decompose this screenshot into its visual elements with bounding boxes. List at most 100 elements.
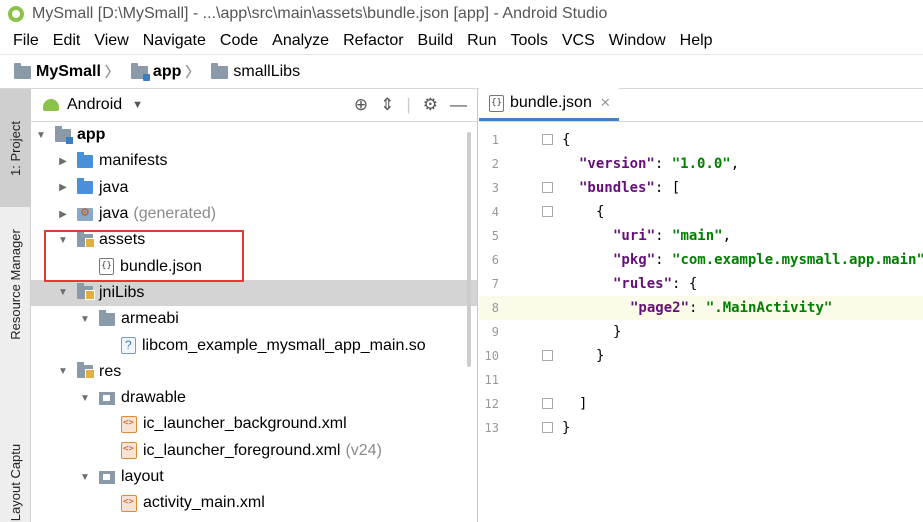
locate-icon[interactable]: ⊕ [354, 95, 368, 115]
module-folder-icon [130, 62, 150, 81]
line-number: 3 [491, 181, 499, 195]
menu-refactor[interactable]: Refactor [336, 32, 410, 50]
tree-item-label: ic_launcher_background.xml [143, 415, 347, 433]
view-mode-selector[interactable]: Android [67, 96, 122, 114]
android-icon [43, 99, 59, 111]
expanded-arrow-icon[interactable]: ▼ [57, 366, 69, 377]
menu-tools[interactable]: Tools [503, 32, 554, 50]
tree-item-armeabi[interactable]: ▼ armeabi [31, 306, 477, 332]
code-line[interactable]: 9} [479, 320, 923, 344]
code-line[interactable]: 6 "pkg": "com.example.mysmall.app.main", [479, 248, 923, 272]
tree-item-app[interactable]: ▼ app [31, 122, 477, 148]
tree-item-ic-launcher-background-xml[interactable]: ▶ic_launcher_background.xml [31, 411, 477, 437]
tree-item-label: armeabi [121, 310, 179, 328]
line-number: 7 [491, 277, 499, 291]
small-folder-icon [99, 470, 115, 484]
tree-item-java[interactable]: ▶ java [31, 175, 477, 201]
expanded-arrow-icon[interactable]: ▼ [79, 472, 91, 483]
gear-icon[interactable]: ⚙ [423, 95, 438, 115]
json-punctuation: , [722, 228, 732, 244]
scrollbar-thumb[interactable] [467, 132, 471, 367]
tree-item-layout[interactable]: ▼ layout [31, 464, 477, 490]
json-punctuation: ] [579, 396, 588, 412]
code-text: "bundles": [ [579, 180, 680, 196]
expanded-arrow-icon[interactable]: ▼ [79, 314, 91, 325]
tree-item-activity-main-xml[interactable]: ▶activity_main.xml [31, 490, 477, 516]
code-text: } [596, 348, 604, 364]
close-icon[interactable]: ✕ [600, 95, 611, 111]
tree-item-label: app [77, 126, 106, 144]
menu-navigate[interactable]: Navigate [136, 32, 213, 50]
tree-item-bundle-json[interactable]: ▶{}bundle.json [31, 253, 477, 279]
code-text: ] [579, 396, 587, 412]
tree-item-libcom-example-mysmall-app-main-so[interactable]: ▶libcom_example_mysmall_app_main.so [31, 332, 477, 358]
folder-icon [211, 62, 229, 79]
code-line[interactable]: 2 "version": "1.0.0", [479, 152, 923, 176]
tab-layout-captures[interactable]: Layout Captures [0, 444, 31, 522]
menu-run[interactable]: Run [460, 32, 503, 50]
project-tool-window: Android ▼ ⊕ ⇕ | ⚙ — ▼ app ▶ manifests ▶ java ▶… [31, 89, 478, 522]
menu-view[interactable]: View [87, 32, 135, 50]
fold-marker-icon[interactable] [542, 182, 553, 193]
generated-folder-icon [77, 206, 93, 221]
breadcrumb-module[interactable]: app 〉 [130, 62, 205, 82]
collapsed-arrow-icon[interactable]: ▶ [57, 209, 69, 220]
tree-item-jnilibs[interactable]: ▼ jniLibs [31, 279, 477, 307]
fold-marker-icon[interactable] [542, 398, 553, 409]
collapse-all-icon[interactable]: ⇕ [380, 95, 394, 115]
tree-item-ic-launcher-foreground-xml[interactable]: ▶ic_launcher_foreground.xml(v24) [31, 438, 477, 464]
tree-item-label: libcom_example_mysmall_app_main.so [142, 336, 426, 354]
tree-item-label: activity_main.xml [143, 494, 265, 512]
menu-window[interactable]: Window [602, 32, 673, 50]
assets-folder-icon [77, 230, 95, 248]
tree-item-res[interactable]: ▼ res [31, 359, 477, 385]
collapsed-arrow-icon[interactable]: ▶ [57, 156, 69, 167]
json-punctuation: : { [672, 276, 698, 292]
folder-icon [99, 309, 115, 326]
json-string: ".MainActivity" [705, 300, 833, 316]
code-text: { [596, 204, 604, 220]
expanded-arrow-icon[interactable]: ▼ [57, 287, 69, 298]
menu-build[interactable]: Build [411, 32, 461, 50]
vertical-scrollbar[interactable] [462, 122, 476, 522]
collapsed-arrow-icon[interactable]: ▶ [57, 182, 69, 193]
fold-marker-icon[interactable] [542, 134, 553, 145]
menu-analyze[interactable]: Analyze [265, 32, 336, 50]
fold-marker-icon[interactable] [542, 422, 553, 433]
chevron-right-icon: 〉 [104, 64, 119, 80]
fold-marker-icon[interactable] [542, 350, 553, 361]
json-string: "com.example.mysmall.app.main" [672, 252, 923, 268]
tree-item-java[interactable]: ▶ java(generated) [31, 201, 477, 227]
chevron-down-icon[interactable]: ▼ [132, 99, 143, 111]
tree-item-assets[interactable]: ▼ assets [31, 227, 477, 253]
breadcrumb-folder[interactable]: smallLibs [211, 62, 300, 81]
tree-item-label: assets [99, 231, 146, 249]
tree-item-label: manifests [99, 152, 168, 170]
code-line[interactable]: 7 "rules": { [479, 272, 923, 296]
menu-code[interactable]: Code [213, 32, 265, 50]
tab-resource-manager[interactable]: Resource Manager [0, 219, 31, 349]
menu-file[interactable]: File [6, 32, 46, 50]
tree-item-drawable[interactable]: ▼ drawable [31, 385, 477, 411]
code-line[interactable]: 11 [479, 368, 923, 392]
breadcrumb-project[interactable]: MySmall 〉 [14, 62, 125, 82]
expanded-arrow-icon[interactable]: ▼ [35, 130, 47, 141]
json-punctuation: } [596, 348, 605, 364]
expanded-arrow-icon[interactable]: ▼ [79, 393, 91, 404]
expanded-arrow-icon[interactable]: ▼ [57, 235, 69, 246]
json-string: "1.0.0" [671, 156, 731, 172]
tab-project[interactable]: 1: Project [0, 89, 31, 207]
menu-vcs[interactable]: VCS [555, 32, 602, 50]
code-line[interactable]: 5 "uri": "main", [479, 224, 923, 248]
menu-bar: File Edit View Navigate Code Analyze Refactor B… [0, 27, 923, 55]
line-number: 12 [484, 397, 499, 411]
menu-edit[interactable]: Edit [46, 32, 88, 50]
fold-marker-icon[interactable] [542, 206, 553, 217]
json-string: "main" [672, 228, 723, 244]
code-line[interactable]: 8 "page2": ".MainActivity" [479, 296, 923, 320]
tab-bundle-json[interactable]: {} bundle.json ✕ [479, 88, 619, 121]
json-punctuation: } [613, 324, 622, 340]
menu-help[interactable]: Help [673, 32, 720, 50]
tree-item-manifests[interactable]: ▶ manifests [31, 148, 477, 174]
hide-icon[interactable]: — [450, 95, 467, 115]
